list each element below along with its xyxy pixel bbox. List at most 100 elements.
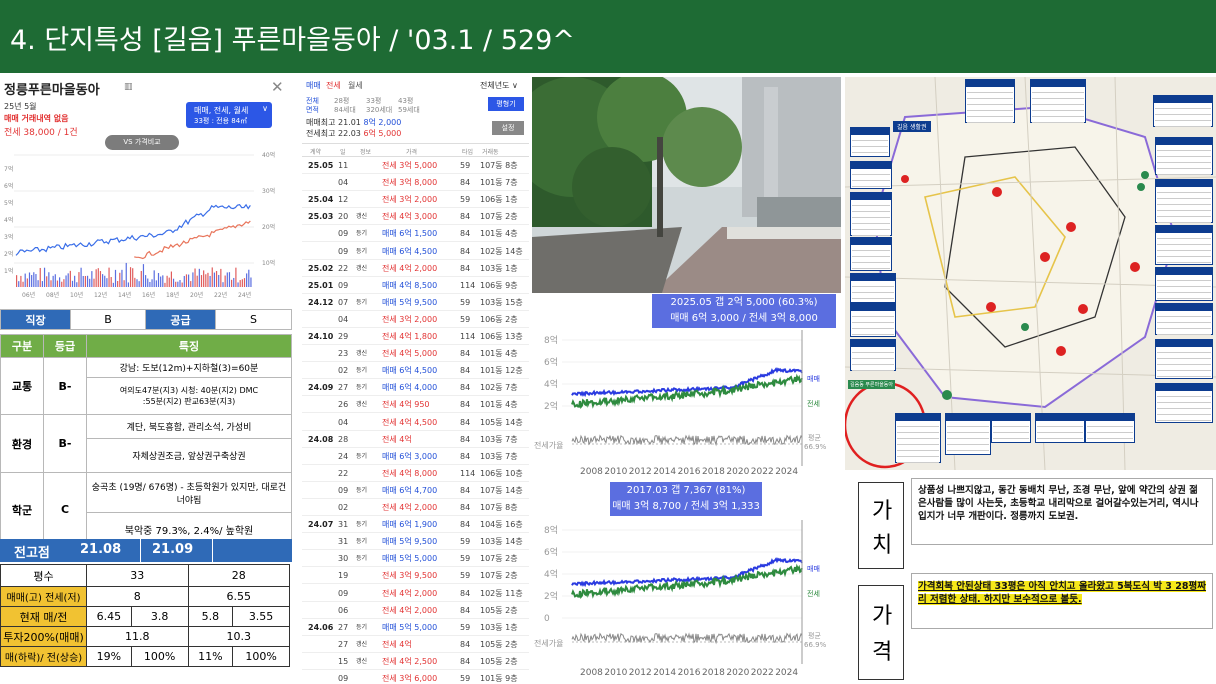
map-label-line (852, 282, 894, 287)
close-icon[interactable]: ✕ (271, 78, 284, 96)
table-row[interactable]: 02 전세 4억 2,000 84 107동 8층 (302, 499, 529, 516)
map-complex-label[interactable] (965, 79, 1015, 123)
map-label-header (851, 128, 889, 135)
map-complex-label[interactable] (1155, 303, 1213, 335)
table-row[interactable]: 30 등기 매매 5억 5,000 59 107동 2층 (302, 550, 529, 568)
size-tab-33[interactable]: 33평 320세대 (366, 97, 392, 115)
filter-dropdown[interactable]: 매매, 전세, 월세 ∨ 33평 : 전용 84㎡ (186, 102, 272, 128)
settings-button[interactable]: 설정 (492, 121, 524, 135)
table-row[interactable]: 24.06 27 등기 매매 5억 5,000 59 103동 1층 (302, 619, 529, 636)
map-complex-label[interactable] (1155, 179, 1213, 223)
jikjang-grade: B (70, 309, 146, 330)
row-label: 현재 매/전 (0, 606, 87, 627)
table-row[interactable]: 09 등기 매매 6억 1,500 84 101동 4층 (302, 225, 529, 243)
volume-bar (162, 275, 164, 287)
value-comment-box: 상품성 나쁘지않고, 동간 동배치 무난, 조경 무난, 앞에 약간의 상권 젊… (911, 478, 1213, 545)
table-row[interactable]: 23 갱신 전세 4억 5,000 84 101동 4층 (302, 345, 529, 363)
map-complex-label[interactable] (1035, 413, 1085, 443)
table-row[interactable]: 24.12 07 등기 매매 5억 9,500 59 103동 15층 (302, 294, 529, 311)
table-row[interactable]: 02 등기 매매 6억 4,500 84 101동 12층 (302, 362, 529, 380)
map-complex-label[interactable] (850, 237, 892, 271)
table-row[interactable]: 19 전세 3억 9,500 59 107동 2층 (302, 567, 529, 585)
table-row[interactable]: 25.03 20 갱신 전세 4억 3,000 84 107동 2층 (302, 208, 529, 226)
table-row[interactable]: 04 전세 3억 8,000 84 101동 7층 (302, 174, 529, 192)
tx-type: 84 (460, 451, 471, 461)
map-complex-label[interactable] (1155, 383, 1213, 423)
year-filter[interactable]: 전체년도 ∨ (480, 80, 518, 91)
table-row[interactable]: 22 전세 4억 8,000 114 106동 10층 (302, 465, 529, 482)
map-complex-label[interactable] (1155, 339, 1213, 379)
feature-cell: 여의도47분(지3) 시청: 40분(지2) DMC :55분(지2) 판교63… (86, 377, 292, 415)
map-label-header (851, 340, 895, 347)
y-tick-label-right: 30억 (262, 187, 275, 195)
y-tick-label: 4억 (544, 378, 558, 390)
size-tab-43[interactable]: 43평 59세대 (398, 97, 420, 115)
volume-bar (179, 280, 181, 287)
map-complex-label[interactable] (991, 413, 1031, 443)
table-row[interactable]: 24.10 29 전세 4억 1,800 114 106동 13층 (302, 328, 529, 345)
table-row[interactable]: 04 전세 4억 4,500 84 105동 14층 (302, 414, 529, 431)
table-row[interactable]: 24.07 31 등기 매매 6억 1,900 84 104동 16층 (302, 516, 529, 534)
gonggeup-label: 공급 (145, 309, 216, 330)
tab-jeonse[interactable]: 전세 (326, 80, 341, 91)
map-complex-label[interactable] (1085, 413, 1135, 443)
volume-bar (218, 274, 220, 287)
x-tick-label: 2014 (653, 467, 676, 477)
tab-sale[interactable]: 매매 (306, 80, 321, 91)
map-complex-label[interactable] (850, 339, 896, 371)
volume-bar (119, 272, 121, 287)
table-row[interactable]: 09 등기 매매 6억 4,700 84 107동 14층 (302, 482, 529, 499)
tx-day: 04 (338, 178, 349, 188)
table-row[interactable]: 15 갱신 전세 4억 2,500 84 105동 2층 (302, 653, 529, 670)
map-complex-label[interactable] (850, 273, 896, 303)
table-row[interactable]: 24.09 27 등기 매매 6억 4,000 84 102동 7층 (302, 379, 529, 397)
tx-date: 24.09 (308, 383, 334, 393)
map-label-line (852, 360, 894, 365)
map-icon[interactable]: ▥ (124, 82, 133, 92)
table-row[interactable]: 27 갱신 전세 4억 84 105동 2층 (302, 636, 529, 653)
table-row[interactable]: 25.05 11 전세 3억 5,000 59 107동 8층 (302, 157, 529, 174)
map-complex-label[interactable] (945, 413, 991, 455)
table-row[interactable]: 31 등기 매매 5억 9,500 59 103동 14층 (302, 533, 529, 551)
size-tab-all[interactable]: 전체 면적 (306, 97, 319, 115)
table-row[interactable]: 25.04 12 전세 3억 2,000 59 106동 1층 (302, 191, 529, 209)
table-row[interactable]: 04 전세 3억 2,000 59 106동 2층 (302, 311, 529, 328)
map-complex-label[interactable] (1153, 95, 1213, 127)
map-complex-label[interactable] (1155, 137, 1213, 175)
tab-monthly[interactable]: 월세 (348, 80, 363, 91)
volume-bar (200, 275, 203, 287)
table-row[interactable]: 09 전세 3억 6,000 59 101동 9층 (302, 670, 529, 684)
size-tab-28[interactable]: 28평 84세대 (334, 97, 356, 115)
tx-type: 59 (460, 195, 471, 205)
tx-price: 전세 4억 2,000 (382, 503, 438, 512)
tx-building: 101동 4층 (480, 349, 518, 359)
map-complex-label[interactable] (1030, 79, 1086, 123)
tx-day: 09 (338, 229, 349, 239)
map-complex-label[interactable] (850, 127, 890, 157)
volume-bar (132, 268, 134, 287)
map-complex-label[interactable] (895, 413, 941, 463)
district-map[interactable]: 길음 생활권 길음동 푸른마을동아 (845, 77, 1216, 470)
table-row[interactable]: 09 전세 4억 2,000 84 102동 11층 (302, 585, 529, 602)
tx-building: 105동 14층 (480, 417, 523, 427)
map-complex-label[interactable] (850, 161, 892, 189)
table-row[interactable]: 24.08 28 전세 4억 84 103동 7층 (302, 431, 529, 448)
table-row[interactable]: 25.02 22 갱신 전세 4억 2,000 84 103동 1층 (302, 260, 529, 277)
map-label-line (897, 422, 939, 427)
tx-info: 갱신 (356, 657, 368, 665)
map-complex-label[interactable] (850, 192, 892, 236)
table-row[interactable]: 09 등기 매매 6억 4,500 84 102동 14층 (302, 243, 529, 260)
map-label-line (852, 354, 894, 359)
highlight-complex-label[interactable]: 길음동 푸른마을동아 (848, 380, 895, 389)
map-complex-label[interactable] (1155, 225, 1213, 265)
table-row[interactable]: 24 등기 매매 6억 3,000 84 103동 7층 (302, 448, 529, 465)
x-tick-label: 2018 (702, 668, 725, 678)
value-cell: 33 (86, 564, 189, 587)
table-row[interactable]: 06 전세 4억 2,000 84 105동 2층 (302, 602, 529, 619)
compare-size-button[interactable]: 평형기 (488, 97, 524, 111)
map-complex-label[interactable] (850, 303, 896, 337)
map-complex-label[interactable] (1155, 267, 1213, 301)
map-label-line (1157, 212, 1211, 217)
table-row[interactable]: 25.01 09 매매 4억 8,500 114 106동 9층 (302, 277, 529, 294)
table-row[interactable]: 26 갱신 전세 4억 950 84 101동 4층 (302, 396, 529, 414)
